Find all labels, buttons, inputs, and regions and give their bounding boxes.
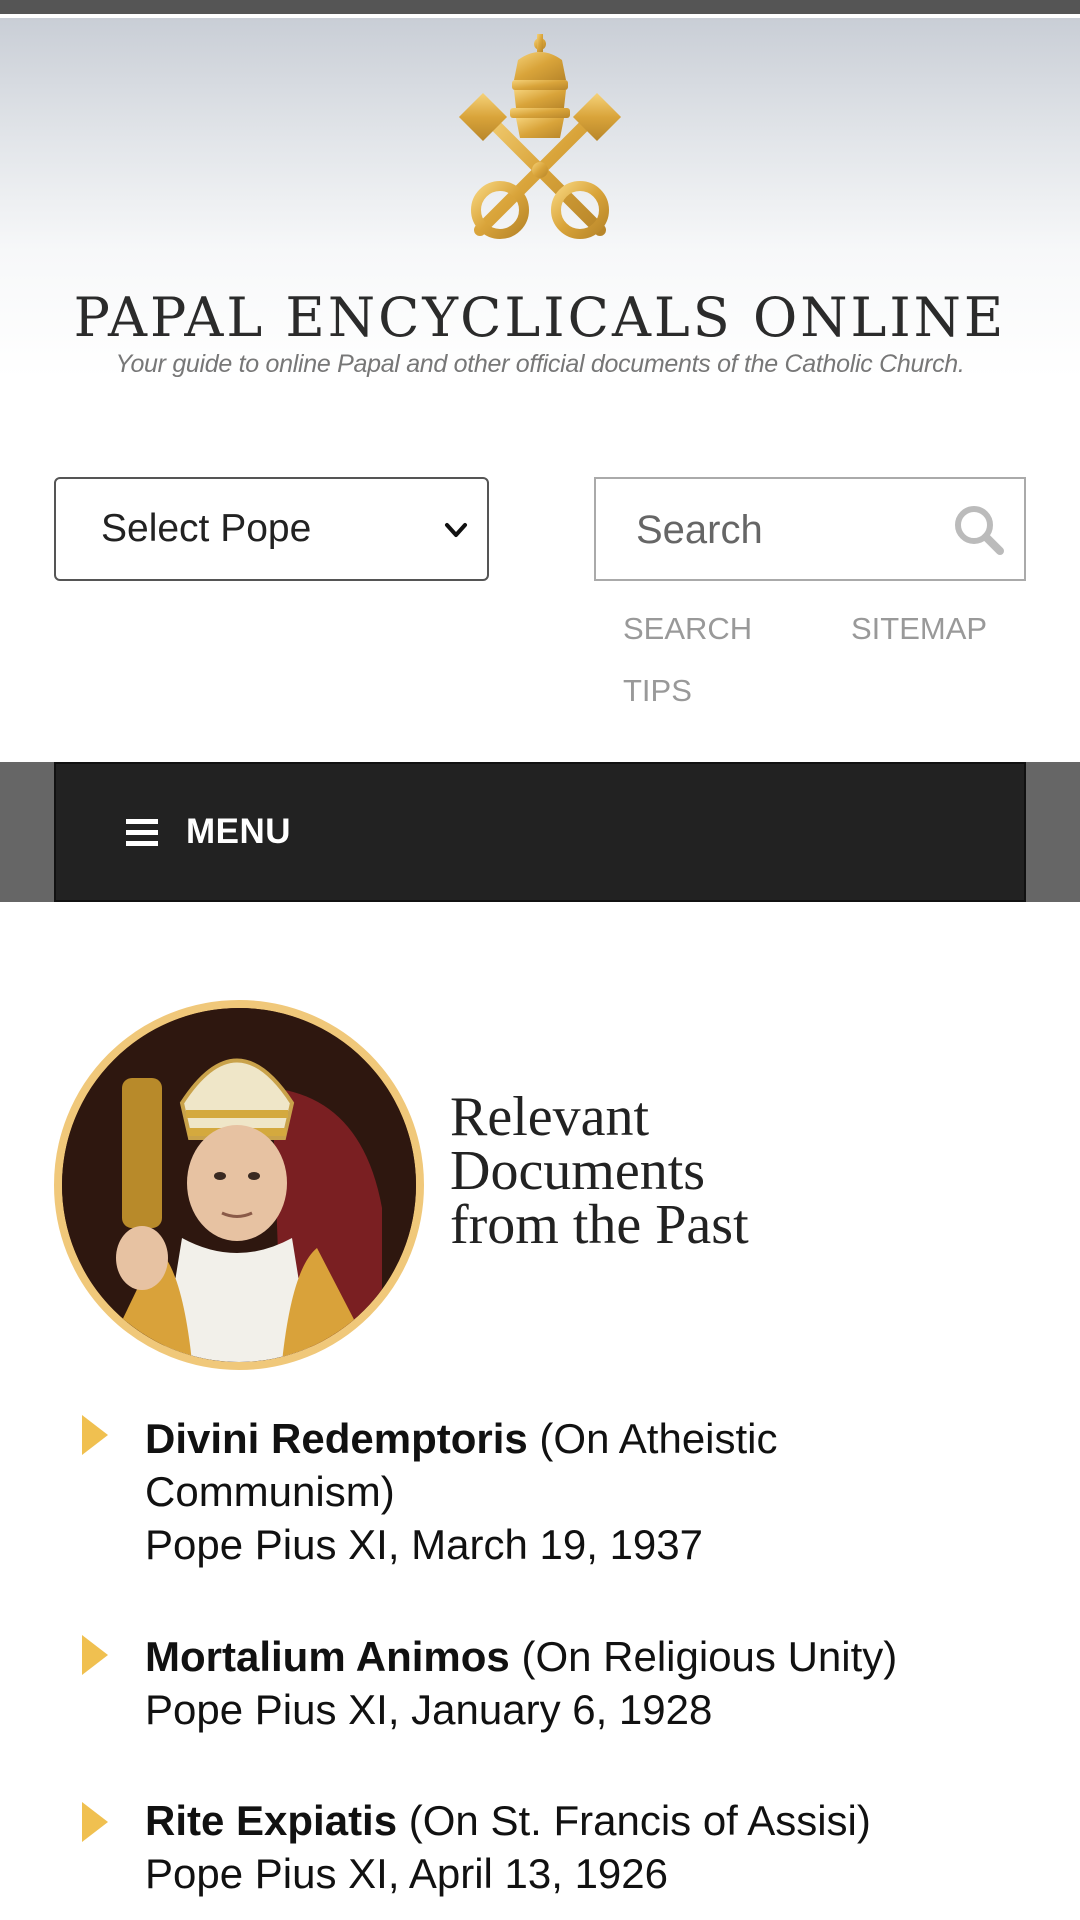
document-entry: Mortalium Animos (On Religious Unity) Po…: [145, 1630, 1025, 1736]
menu-label: MENU: [186, 812, 292, 851]
search-box[interactable]: [594, 477, 1026, 581]
triangle-bullet-icon: [82, 1635, 108, 1675]
search-input[interactable]: [636, 501, 936, 559]
document-subtitle: (On St. Francis of Assisi): [408, 1797, 871, 1844]
site-title[interactable]: PAPAL ENCYCLICALS ONLINE: [0, 288, 1080, 348]
top-strip: [0, 0, 1080, 14]
sitemap-link[interactable]: SITEMAP: [851, 598, 987, 660]
hamburger-icon: [126, 819, 158, 846]
featured-title-line: from the Past: [450, 1194, 749, 1256]
search-icon[interactable]: [950, 501, 1008, 559]
pope-portrait-illustration: [62, 1008, 416, 1362]
triangle-bullet-icon: [82, 1415, 108, 1455]
triangle-bullet-icon: [82, 1802, 108, 1842]
document-meta: Pope Pius XI, March 19, 1937: [145, 1521, 703, 1568]
document-meta: Pope Pius XI, April 13, 1926: [145, 1850, 669, 1897]
site-tagline: Your guide to online Papal and other off…: [115, 350, 965, 378]
chevron-down-icon: [445, 523, 467, 537]
document-title-link[interactable]: Rite Expiatis: [145, 1797, 397, 1844]
menu-toggle-bar[interactable]: MENU: [54, 762, 1026, 902]
featured-title-line: Relevant: [450, 1086, 650, 1148]
featured-section-title: Relevant Documents from the Past: [450, 1086, 850, 1256]
document-title-link[interactable]: Divini Redemptoris: [145, 1415, 528, 1462]
select-pope-dropdown[interactable]: Select Pope: [54, 477, 489, 581]
search-tips-link[interactable]: SEARCH TIPS: [623, 598, 783, 722]
select-pope-label: Select Pope: [101, 507, 312, 550]
document-title-link[interactable]: Mortalium Animos: [145, 1633, 510, 1680]
papal-keys-emblem: [458, 34, 622, 270]
document-entry: Divini Redemptoris (On Atheistic Communi…: [145, 1412, 1025, 1571]
pope-portrait-image: [54, 1000, 424, 1370]
featured-title-line: Documents: [450, 1140, 706, 1202]
document-meta: Pope Pius XI, January 6, 1928: [145, 1686, 713, 1733]
document-entry: Rite Expiatis (On St. Francis of Assisi)…: [145, 1794, 1025, 1900]
document-subtitle: (On Religious Unity): [521, 1633, 898, 1680]
